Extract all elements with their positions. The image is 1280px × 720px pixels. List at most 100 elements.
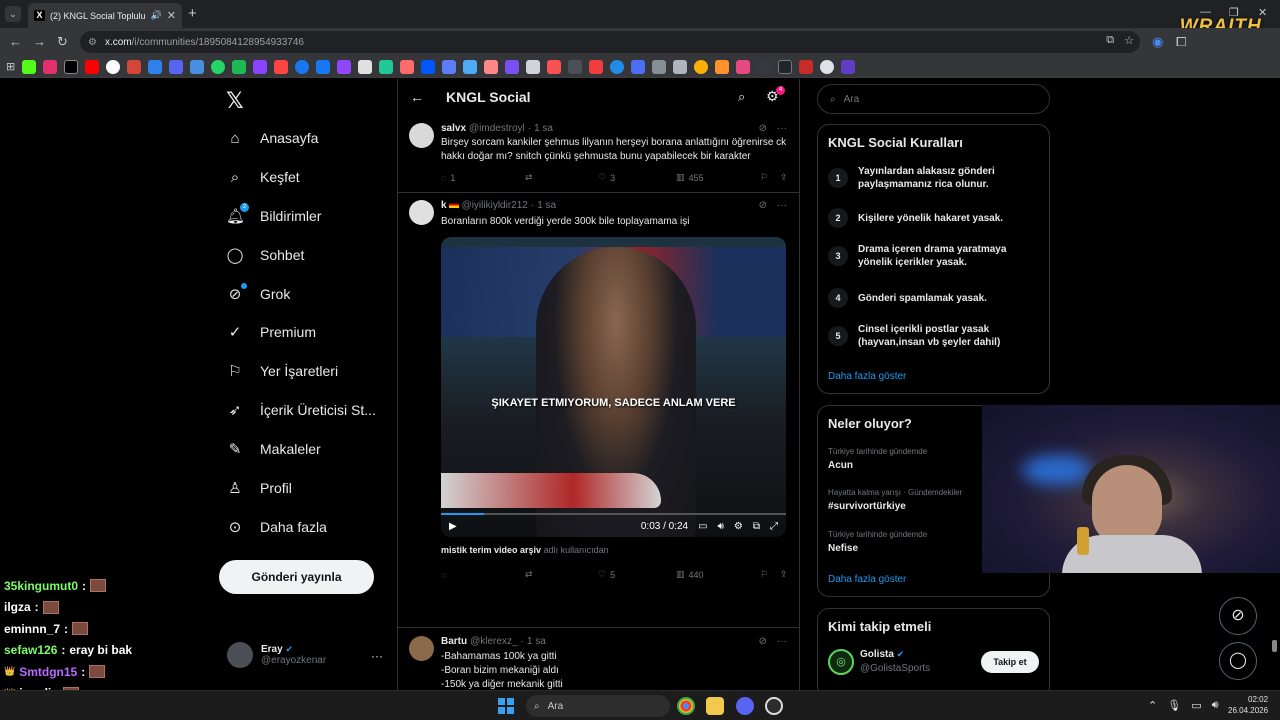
bookmark-site-icon[interactable] [589,59,604,74]
bookmark-site-icon[interactable] [274,59,289,74]
bookmark-site-icon[interactable] [652,59,667,74]
bookmark-site-icon[interactable] [442,59,457,74]
apps-icon[interactable]: ⊞ [6,60,15,73]
show-more-link[interactable]: Daha fazla göster [828,574,906,585]
tweet-handle[interactable]: @iyilikiyldir212 [462,200,528,211]
tab-list-button[interactable]: ⌄ [5,6,21,22]
bookmark-site-icon[interactable] [820,59,835,74]
nav-item-bookmarks[interactable]: ⚐ Yer İşaretleri [226,357,338,385]
nav-item-profile[interactable]: ♙ Profil [226,474,292,502]
nav-item-home[interactable]: ⌂ Anasayfa [226,124,318,152]
nav-item-premium[interactable]: ✓ Premium [226,318,316,346]
bookmark-button[interactable]: ⚐ [760,172,780,183]
reply-button[interactable]: ◌ [441,569,525,580]
share-button[interactable]: ⇪ [780,569,788,580]
video-player[interactable]: ŞIKAYET ETMIYORUM, SADECE ANLAM VERE ▶ 0… [441,237,786,537]
discord-taskbar-icon[interactable] [736,697,754,715]
tray-chevron-icon[interactable]: ⌃ [1148,699,1157,712]
bookmark-button[interactable]: ⚐ [760,569,780,580]
bookmark-site-icon[interactable] [358,59,373,74]
grok-icon[interactable]: ⊘ [759,123,767,134]
grok-icon[interactable]: ⊘ [759,636,767,647]
nav-item-chat[interactable]: ◯ Sohbet [226,241,305,269]
forward-icon[interactable]: → [33,34,46,49]
settings-gear-icon[interactable]: ⚙ [734,521,743,532]
url-input[interactable]: ⚙ x.com/i/communities/189508412895493374… [80,31,1140,53]
avatar[interactable] [409,200,434,225]
bookmark-gmail-icon[interactable] [127,59,142,74]
captions-icon[interactable]: ▭ [698,521,707,532]
bookmark-site-icon[interactable] [379,59,394,74]
extensions-puzzle-icon[interactable]: ⧠ [1176,34,1186,50]
app-taskbar-icon[interactable] [765,697,783,715]
like-button[interactable]: ♡ 3 [598,172,676,183]
reply-button[interactable]: ◌ 1 [441,172,525,183]
views-button[interactable]: ▥ 440 [676,569,760,580]
retweet-button[interactable]: ⇄ [525,172,598,183]
bookmark-site-icon[interactable] [757,59,772,74]
taskbar-search[interactable]: ⌕ Ara [526,695,670,717]
bookmark-site-icon[interactable] [694,59,709,74]
bookmark-site-icon[interactable] [400,59,415,74]
bookmark-site-icon[interactable] [568,59,583,74]
trend-name[interactable]: #survivortürkiye [828,501,906,512]
video-source-user[interactable]: mistik terim video arşiv [441,545,541,555]
grok-float-button[interactable]: ⊘ [1219,597,1257,635]
nav-item-grok[interactable]: ⊘ Grok [226,280,290,308]
bookmark-site-icon[interactable] [463,59,478,74]
bookmark-site-icon[interactable] [736,59,751,74]
views-button[interactable]: ▥ 455 [676,172,760,183]
tweet-author[interactable]: Bartu [441,636,467,647]
tab-close-icon[interactable]: ✕ [167,9,176,22]
windows-start-icon[interactable] [498,698,514,714]
browser-tab[interactable]: X (2) KNGL Social Topluluk / X 🔊 ✕ [28,3,182,28]
trend-name[interactable]: Acun [828,460,853,471]
more-icon[interactable]: ··· [777,123,787,134]
bookmark-site-icon[interactable] [673,59,688,74]
new-tab-button[interactable]: + [188,5,197,22]
file-explorer-icon[interactable] [706,697,724,715]
avatar[interactable] [409,636,434,661]
back-icon[interactable]: ← [9,34,22,49]
nav-item-creator-studio[interactable]: ➶ İçerik Üreticisi St... [226,396,376,424]
trend-name[interactable]: Nefise [828,543,858,554]
tweet[interactable]: Bartu @klerexz_ · 1 sa ⊘ ··· -Bahamamas … [398,628,799,690]
taskbar-clock[interactable]: 02:02 26.04.2026 [1228,694,1268,716]
tweet-author[interactable]: k [441,200,459,211]
extension-icon[interactable]: ◉ [1152,34,1163,50]
account-more-icon[interactable]: ··· [371,649,383,663]
follow-name[interactable]: Golista ✔ [860,649,904,660]
bookmark-site-icon[interactable] [484,59,499,74]
bookmark-star-icon[interactable]: ☆ [1124,34,1134,47]
bookmark-whatsapp-icon[interactable] [211,59,226,74]
site-info-icon[interactable]: ⚙ [88,37,97,48]
show-more-link[interactable]: Daha fazla göster [828,371,906,382]
tweet-handle[interactable]: @imdestroyl [469,123,525,134]
post-button[interactable]: Gönderi yayınla [219,560,374,594]
like-button[interactable]: ♡ 5 [598,569,676,580]
bookmark-kick-icon[interactable] [22,59,37,74]
avatar[interactable] [409,123,434,148]
bookmark-site-icon[interactable] [778,59,793,74]
tweet-author[interactable]: salvx [441,123,466,134]
follow-button[interactable]: Takip et [981,651,1039,673]
account-switcher[interactable]: Eray ✔ @erayozkenar [227,642,326,668]
nav-item-more[interactable]: ⊙ Daha fazla [226,513,327,541]
bookmark-site-icon[interactable] [610,59,625,74]
microphone-icon[interactable]: 🎙︎ [1167,699,1181,712]
install-icon[interactable]: ⧉ [1106,34,1114,47]
share-button[interactable]: ⇪ [780,172,788,183]
bookmark-facebook-icon[interactable] [316,59,331,74]
volume-icon[interactable]: 🔊︎ [718,521,724,532]
grok-icon[interactable]: ⊘ [759,200,767,211]
fullscreen-icon[interactable]: ⤢ [770,521,778,532]
bookmark-site-icon[interactable] [631,59,646,74]
search-input[interactable]: ⌕ Ara [817,84,1050,114]
bookmark-site-icon[interactable] [715,59,730,74]
retweet-button[interactable]: ⇄ [525,569,598,580]
bookmark-drive-icon[interactable] [148,59,163,74]
bookmark-youtube-icon[interactable] [85,59,100,74]
network-icon[interactable]: ▭ [1191,699,1201,712]
bookmark-discord-icon[interactable] [169,59,184,74]
nav-item-notifications[interactable]: 🔔︎ 2 Bildirimler [226,202,321,230]
